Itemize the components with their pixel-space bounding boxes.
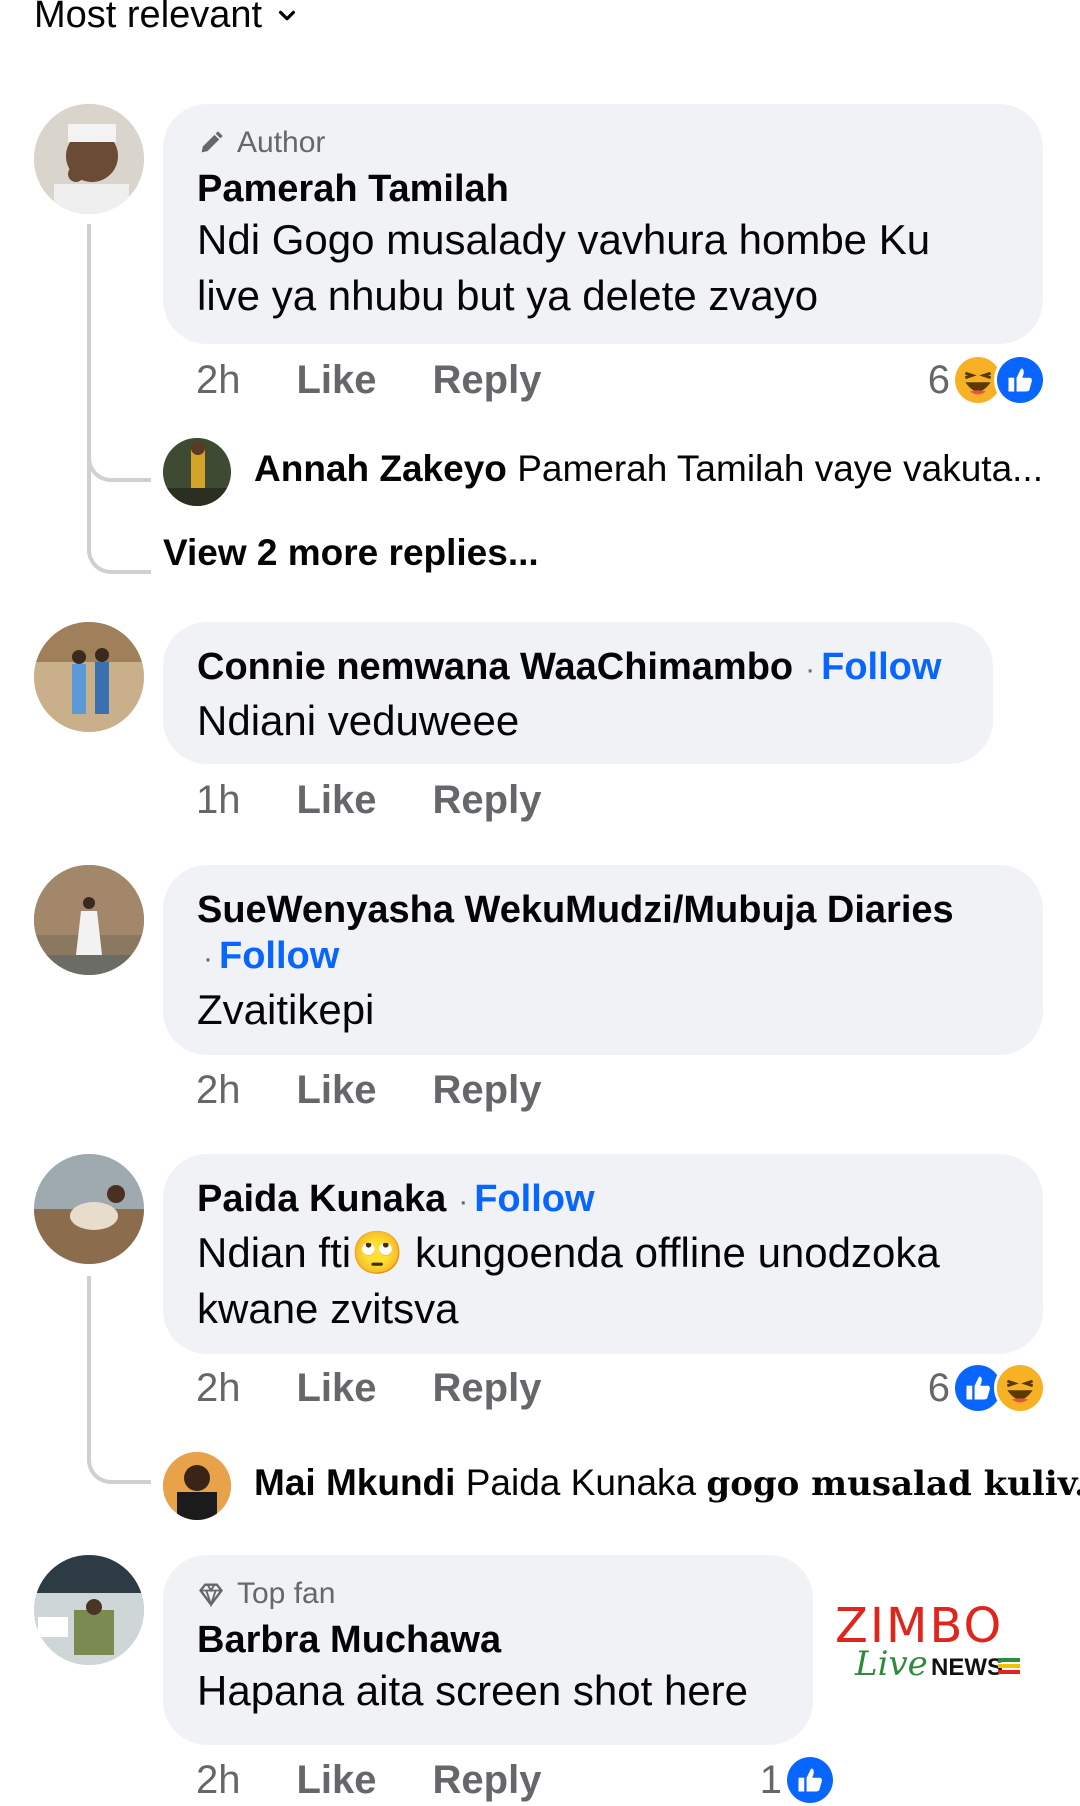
watermark-brand: ZIMBO: [835, 1598, 1004, 1654]
comment-time[interactable]: 2h: [196, 1758, 241, 1803]
follow-button[interactable]: Follow: [474, 1178, 594, 1220]
reply-text: Paida Kunaka: [465, 1462, 697, 1503]
flag-stripes-icon: [998, 1658, 1020, 1676]
reply-button[interactable]: Reply: [433, 1366, 542, 1411]
comment-time[interactable]: 1h: [196, 778, 241, 823]
commenter-name[interactable]: Connie nemwana WaaChimambo: [197, 646, 793, 688]
author-badge: Author: [197, 126, 1009, 160]
comment-text: Ndi Gogo musalady vavhura hombe Ku: [197, 216, 931, 263]
commenter-row: Paida Kunaka · Follow: [197, 1176, 1009, 1225]
comment-text: Zvaitikepi: [197, 986, 375, 1033]
thread-elbow: [87, 1430, 151, 1484]
comment-text: Ndiani veduweee: [197, 697, 520, 744]
like-button[interactable]: Like: [297, 778, 377, 823]
pencil-icon: [201, 131, 223, 153]
comment-actions: 2h Like Reply: [196, 1366, 541, 1411]
like-button[interactable]: Like: [297, 1366, 377, 1411]
comment-bubble[interactable]: SueWenyasha WekuMudzi/Mubuja Diaries · Fo…: [163, 865, 1043, 1055]
watermark-news: NEWS: [931, 1654, 1003, 1681]
eye-roll-emoji: 🙄: [351, 1229, 404, 1276]
comment-actions: 2h Like Reply: [196, 1758, 541, 1803]
comment-time[interactable]: 2h: [196, 1366, 241, 1411]
reply-button[interactable]: Reply: [433, 778, 542, 823]
separator-dot: ·: [805, 653, 816, 686]
comment-time[interactable]: 2h: [196, 358, 241, 403]
view-more-replies[interactable]: View 2 more replies...: [163, 532, 539, 574]
comment-text: live ya nhubu but ya delete zvayo: [197, 272, 819, 319]
commenter-name[interactable]: Barbra Muchawa: [197, 1617, 779, 1663]
avatar[interactable]: [34, 1555, 144, 1665]
like-button[interactable]: Like: [297, 1758, 377, 1803]
reaction-count: 6: [927, 1365, 950, 1410]
comment-actions: 2h Like Reply: [196, 358, 541, 403]
reply-preview[interactable]: Annah Zakeyo Pamerah Tamilah vaye vakuta…: [254, 448, 1043, 490]
commenter-name[interactable]: Paida Kunaka: [197, 1178, 446, 1220]
avatar[interactable]: [34, 104, 144, 214]
haha-icon: [994, 1362, 1046, 1414]
reply-author[interactable]: Mai Mkundi: [254, 1462, 455, 1503]
badge-label: Top fan: [237, 1577, 336, 1610]
thread-line: [87, 224, 91, 474]
commenter-name[interactable]: Pamerah Tamilah: [197, 166, 1009, 212]
reply-avatar[interactable]: [163, 1452, 231, 1520]
avatar[interactable]: [34, 865, 144, 975]
like-icon: [994, 354, 1046, 406]
sort-label: Most relevant: [34, 0, 263, 36]
watermark-live: Live: [855, 1644, 928, 1684]
like-icon: [784, 1754, 836, 1806]
reply-avatar[interactable]: [163, 438, 231, 506]
reaction-count: 6: [927, 357, 950, 402]
reply-preview[interactable]: Mai Mkundi Paida Kunaka gogo musalad kul…: [254, 1462, 1080, 1504]
comment-bubble[interactable]: Connie nemwana WaaChimambo · Follow Ndiani…: [163, 622, 993, 764]
comment-bubble[interactable]: Paida Kunaka · Follow Ndian fti🙄 kungoenda…: [163, 1154, 1043, 1354]
reply-text-serif: gogo musalad kuliv...: [706, 1464, 1080, 1504]
comment-text-part: Ndian fti: [197, 1229, 352, 1276]
comment-bubble[interactable]: Top fan Barbra Muchawa Hapana aita scree…: [163, 1555, 813, 1745]
like-button[interactable]: Like: [297, 1068, 377, 1113]
chevron-down-icon: [279, 10, 296, 20]
reply-button[interactable]: Reply: [433, 358, 542, 403]
separator-dot: ·: [458, 1185, 469, 1218]
like-button[interactable]: Like: [297, 358, 377, 403]
thread-line: [87, 1276, 91, 1446]
avatar[interactable]: [34, 1154, 144, 1264]
sort-dropdown[interactable]: Most relevant: [34, 0, 298, 37]
follow-row: · Follow: [191, 933, 1009, 982]
comment-actions: 2h Like Reply: [196, 1068, 541, 1113]
reaction-summary[interactable]: 6: [928, 1362, 1046, 1414]
comment-time[interactable]: 2h: [196, 1068, 241, 1113]
comment-bubble[interactable]: Author Pamerah Tamilah Ndi Gogo musalady…: [163, 104, 1043, 344]
watermark-logo: ZIMBO Live NEWS: [835, 1598, 1025, 1684]
reaction-summary[interactable]: 1: [760, 1754, 836, 1806]
avatar[interactable]: [34, 622, 144, 732]
diamond-icon: [199, 1583, 223, 1608]
thread-elbow: [87, 470, 151, 574]
reply-button[interactable]: Reply: [433, 1068, 542, 1113]
commenter-name[interactable]: SueWenyasha WekuMudzi/Mubuja Diaries: [197, 887, 1009, 933]
comment-text-part: kungoenda offline unodzoka: [403, 1229, 940, 1276]
reaction-summary[interactable]: 6: [928, 354, 1046, 406]
follow-button[interactable]: Follow: [821, 646, 941, 688]
commenter-row: Connie nemwana WaaChimambo · Follow: [197, 644, 959, 693]
top-fan-badge: Top fan: [197, 1577, 779, 1611]
comment-actions: 1h Like Reply: [196, 778, 541, 823]
reply-text: Pamerah Tamilah vaye vakuta...: [517, 448, 1043, 489]
badge-label: Author: [237, 126, 326, 159]
reply-author[interactable]: Annah Zakeyo: [254, 448, 507, 489]
follow-button[interactable]: Follow: [219, 935, 339, 977]
comment-text: kwane zvitsva: [197, 1285, 459, 1332]
comment-text: Ndian fti🙄 kungoenda offline unodzoka: [197, 1225, 1009, 1281]
comment-text: Hapana aita screen shot here: [197, 1667, 749, 1714]
reply-button[interactable]: Reply: [433, 1758, 542, 1803]
separator-dot: ·: [203, 942, 213, 975]
reaction-count: 1: [759, 1757, 782, 1802]
